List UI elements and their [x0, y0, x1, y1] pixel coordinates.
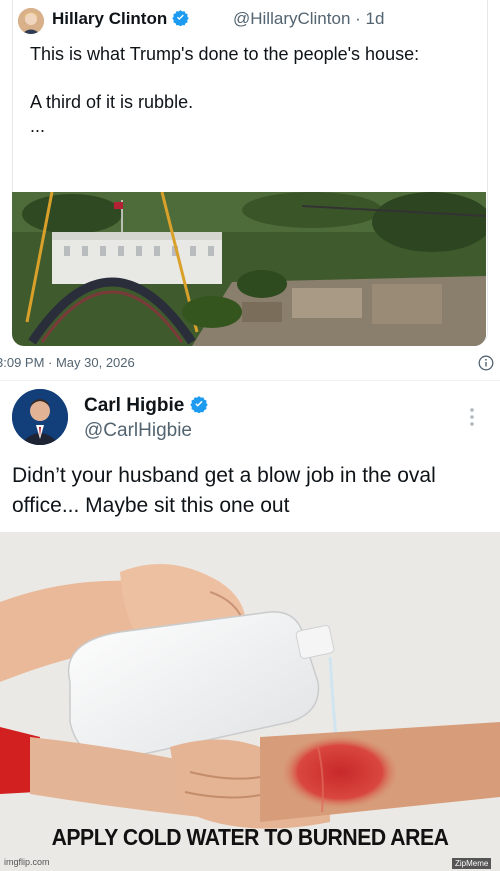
handle[interactable]: @HillaryClinton · 1d — [233, 9, 384, 29]
timestamp-row: 3:09 PM · May 30, 2026 — [0, 352, 500, 374]
meme-caption: APPLY COLD WATER TO BURNED AREA — [51, 824, 449, 850]
avatar[interactable] — [18, 8, 44, 34]
display-name[interactable]: Carl Higbie — [84, 395, 208, 419]
tweet-timestamp[interactable]: 3:09 PM · May 30, 2026 — [0, 355, 135, 370]
handle[interactable]: @CarlHigbie — [84, 420, 192, 442]
watermark-imgflip: imgflip.com — [4, 857, 50, 867]
verified-icon — [189, 395, 208, 419]
tweet-photo[interactable] — [12, 192, 486, 346]
tweet-higbie-card[interactable]: Carl Higbie @CarlHigbie Didn’t your husb… — [0, 380, 500, 533]
display-name-text: Hillary Clinton — [52, 9, 168, 28]
meme-image — [0, 532, 500, 871]
handle-text: @HillaryClinton — [233, 9, 351, 28]
more-options-icon[interactable] — [464, 405, 480, 429]
display-name[interactable]: Hillary Clinton — [52, 9, 189, 31]
tweet-text: This is what Trump's done to the people'… — [30, 44, 420, 136]
info-icon[interactable] — [478, 355, 494, 371]
avatar[interactable] — [12, 389, 68, 445]
tweet-age: · 1d — [355, 9, 385, 28]
watermark-zipmeme: ZipMeme — [452, 858, 492, 869]
display-name-text: Carl Higbie — [84, 395, 185, 416]
tweet-text: Didn’t your husband get a blow job in th… — [12, 464, 436, 517]
verified-icon — [172, 9, 189, 31]
